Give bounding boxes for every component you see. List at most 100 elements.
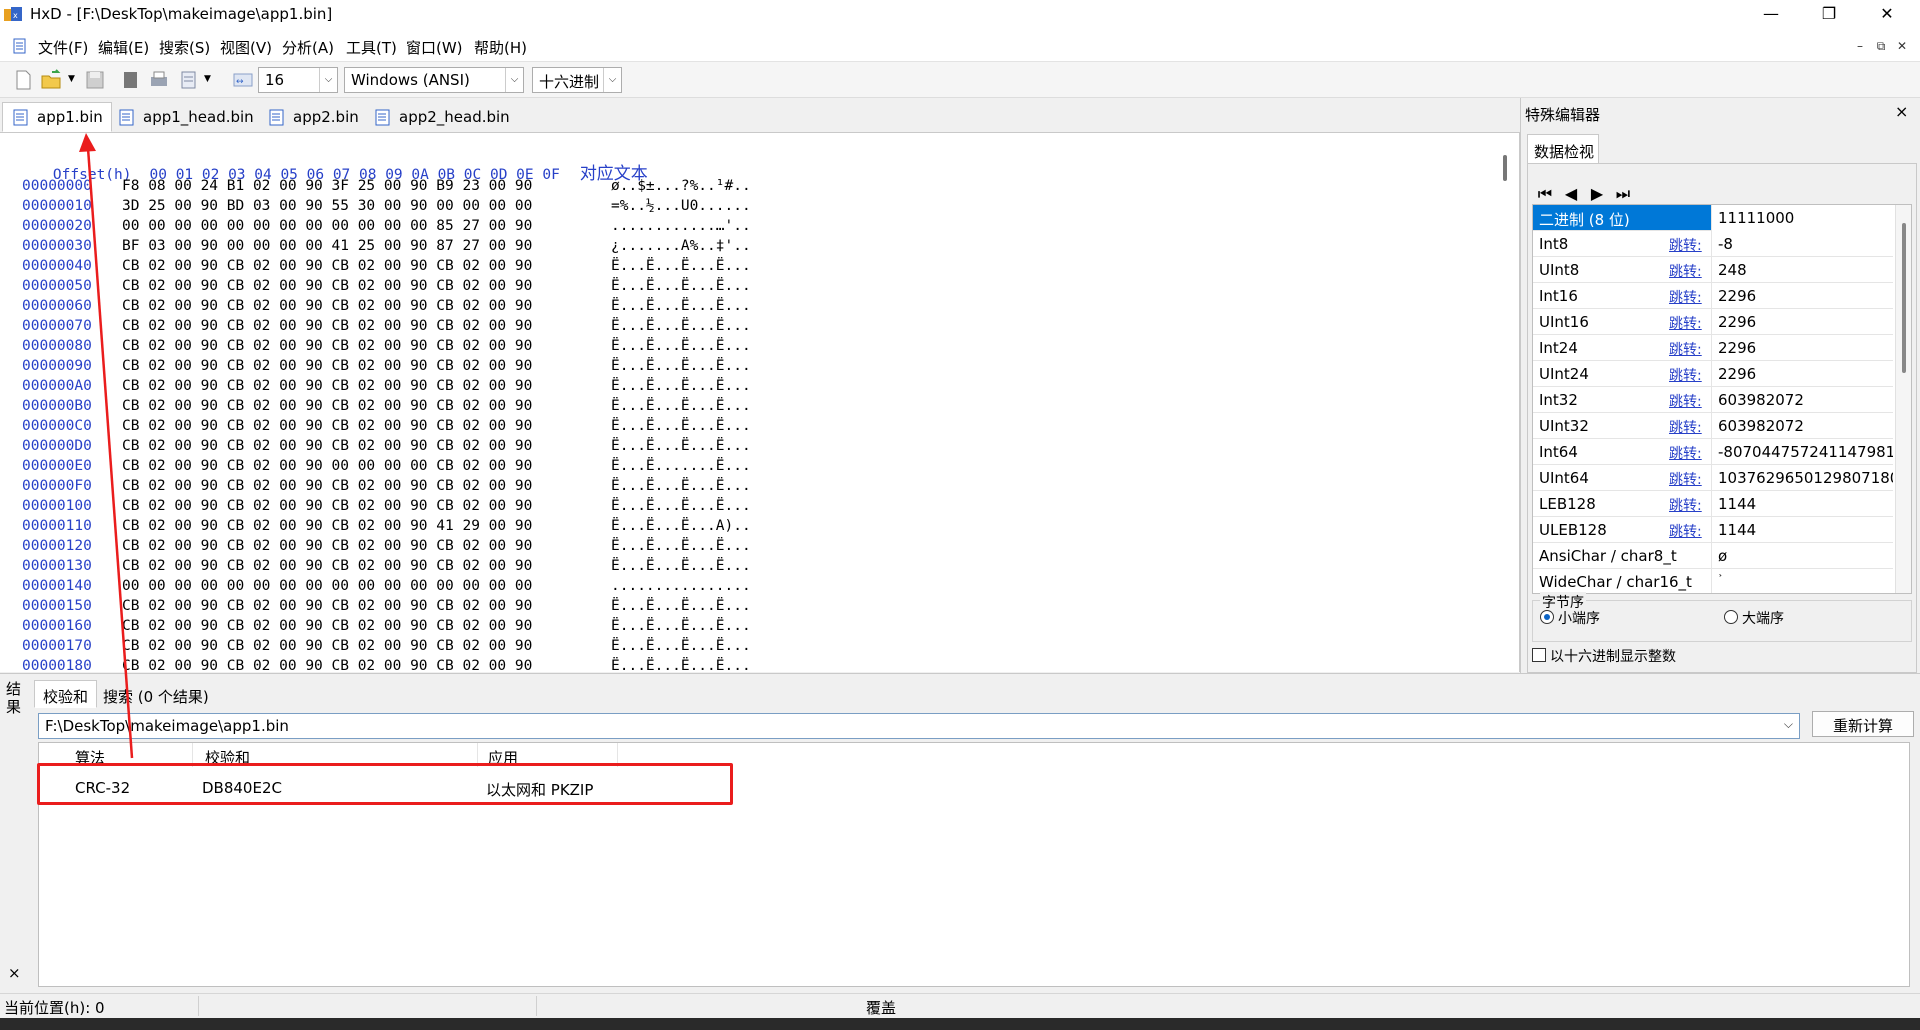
charset-select[interactable]: Windows (ANSI) ⌵ — [344, 67, 524, 93]
vertical-scrollbar[interactable] — [1503, 155, 1507, 181]
inspector-row[interactable]: UInt16 跳转: 2296 — [1533, 309, 1893, 335]
jump-link[interactable]: 跳转: — [1669, 417, 1702, 437]
inspector-value[interactable]: -8070447572411479816 — [1711, 439, 1893, 465]
close-window-button[interactable]: ✕ — [1858, 0, 1916, 30]
inspector-row[interactable]: UInt32 跳转: 603982072 — [1533, 413, 1893, 439]
jump-link[interactable]: 跳转: — [1669, 313, 1702, 333]
print-icon[interactable] — [148, 69, 170, 91]
inspector-value[interactable]: -8 — [1711, 231, 1893, 257]
inspector-row[interactable]: AnsiChar / char8_t ø — [1533, 543, 1893, 569]
inspector-value[interactable]: 10376296501298071800 — [1711, 465, 1893, 491]
properties-dropdown-icon[interactable]: ▼ — [204, 74, 211, 84]
inspector-value[interactable]: 248 — [1711, 257, 1893, 283]
text-cell: Ë...Ë...Ë...Ë... — [611, 538, 751, 554]
jump-link[interactable]: 跳转: — [1669, 365, 1702, 385]
menu-help[interactable]: 帮助(H) — [474, 37, 527, 58]
tab-app2-bin[interactable]: app2.bin — [258, 102, 368, 132]
tab-app1-head-bin[interactable]: app1_head.bin — [108, 102, 263, 132]
hex-ints-checkbox[interactable] — [1532, 648, 1546, 662]
bytes-per-row-select[interactable]: 16 ⌵ — [258, 67, 338, 93]
menu-file[interactable]: 文件(F) — [38, 37, 88, 58]
mdi-close-button[interactable]: ✕ — [1893, 38, 1911, 54]
inspector-row[interactable]: 二进制 (8 位) 11111000 — [1533, 205, 1893, 231]
inspector-scrollbar[interactable] — [1895, 205, 1911, 593]
inspector-row[interactable]: Int32 跳转: 603982072 — [1533, 387, 1893, 413]
inspector-value[interactable]: 603982072 — [1711, 387, 1893, 413]
inspector-value[interactable]: 2296 — [1711, 283, 1893, 309]
first-icon[interactable]: ⏮ — [1534, 184, 1556, 206]
offset-cell: 00000130 — [22, 558, 92, 574]
document-icon[interactable] — [12, 38, 28, 54]
offset-base-select[interactable]: 十六进制 ⌵ — [532, 67, 622, 93]
inspector-value[interactable]: 603982072 — [1711, 413, 1893, 439]
tab-app2-head-bin[interactable]: app2_head.bin — [364, 102, 519, 132]
bytes-cell: CB 02 00 90 CB 02 00 90 CB 02 00 90 CB 0… — [122, 358, 533, 374]
little-endian-radio[interactable] — [1540, 610, 1554, 624]
menu-analysis[interactable]: 分析(A) — [282, 37, 334, 58]
last-icon[interactable]: ⏭ — [1612, 184, 1634, 206]
inspector-row[interactable]: LEB128 跳转: 1144 — [1533, 491, 1893, 517]
hex-editor-view[interactable]: Offset(h) 00 01 02 03 04 05 06 07 08 09 0… — [0, 132, 1520, 672]
inspector-value[interactable]: ø — [1711, 543, 1893, 569]
jump-link[interactable]: 跳转: — [1669, 391, 1702, 411]
open-folder-icon[interactable] — [40, 69, 62, 91]
inspector-value[interactable]: 2296 — [1711, 335, 1893, 361]
jump-link[interactable]: 跳转: — [1669, 443, 1702, 463]
inspector-row[interactable]: Int16 跳转: 2296 — [1533, 283, 1893, 309]
jump-link[interactable]: 跳转: — [1669, 339, 1702, 359]
save-icon[interactable] — [84, 69, 106, 91]
inspector-row[interactable]: ULEB128 跳转: 1144 — [1533, 517, 1893, 543]
inspector-value[interactable]: 11111000 — [1711, 205, 1893, 231]
close-panel-icon[interactable]: × — [1895, 102, 1908, 121]
hxd-app-icon: x — [4, 7, 22, 21]
properties-icon[interactable] — [178, 69, 200, 91]
menu-edit[interactable]: 编辑(E) — [98, 37, 149, 58]
inspector-row[interactable]: Int24 跳转: 2296 — [1533, 335, 1893, 361]
inspector-value[interactable]: 1144 — [1711, 517, 1893, 543]
inspector-row[interactable]: UInt64 跳转: 10376296501298071800 — [1533, 465, 1893, 491]
minimize-button[interactable]: — — [1742, 0, 1800, 30]
text-cell: Ë...Ë...Ë...Ë... — [611, 498, 751, 514]
jump-link[interactable]: 跳转: — [1669, 521, 1702, 541]
text-cell: =%..½...U0...... — [611, 198, 751, 214]
tab-data-inspector[interactable]: 数据检视 — [1527, 134, 1599, 164]
tab-search-results[interactable]: 搜索 (0 个结果) — [94, 680, 218, 708]
inspector-row[interactable]: UInt24 跳转: 2296 — [1533, 361, 1893, 387]
inspector-value[interactable]: 1144 — [1711, 491, 1893, 517]
big-endian-radio[interactable] — [1724, 610, 1738, 624]
menu-window[interactable]: 窗口(W) — [406, 37, 463, 58]
open-dropdown-icon[interactable]: ▼ — [68, 74, 75, 84]
text-cell: ................ — [611, 578, 751, 594]
new-file-icon[interactable] — [12, 69, 34, 91]
inspector-row[interactable]: Int8 跳转: -8 — [1533, 231, 1893, 257]
bytes-cell: CB 02 00 90 CB 02 00 90 CB 02 00 90 CB 0… — [122, 498, 533, 514]
tab-checksum[interactable]: 校验和 — [34, 680, 98, 708]
recalculate-button[interactable]: 重新计算 — [1812, 711, 1914, 737]
maximize-button[interactable]: ❐ — [1800, 0, 1858, 30]
mdi-restore-button[interactable]: ⧉ — [1872, 38, 1890, 54]
inspector-value[interactable]: 2296 — [1711, 309, 1893, 335]
mdi-minimize-button[interactable]: – — [1851, 38, 1869, 54]
menu-search[interactable]: 搜索(S) — [159, 37, 210, 58]
jump-link[interactable]: 跳转: — [1669, 495, 1702, 515]
menu-tools[interactable]: 工具(T) — [346, 37, 397, 58]
little-endian-label[interactable]: 小端序 — [1558, 608, 1600, 628]
menu-view[interactable]: 视图(V) — [220, 37, 272, 58]
close-results-icon[interactable]: × — [8, 964, 21, 982]
inspector-row[interactable]: WideChar / char16_tࣸ — [1533, 569, 1893, 593]
checksum-file-select[interactable]: F:\DeskTop\makeimage\app1.bin ⌵ — [38, 713, 1800, 739]
inspector-row[interactable]: Int64 跳转: -8070447572411479816 — [1533, 439, 1893, 465]
big-endian-label[interactable]: 大端序 — [1742, 608, 1784, 628]
jump-link[interactable]: 跳转: — [1669, 287, 1702, 307]
jump-link[interactable]: 跳转: — [1669, 261, 1702, 281]
inspector-value[interactable]: 2296 — [1711, 361, 1893, 387]
inspector-row[interactable]: UInt8 跳转: 248 — [1533, 257, 1893, 283]
hex-ints-label[interactable]: 以十六进制显示整数 — [1550, 646, 1676, 666]
inspector-value[interactable]: ࣸ — [1711, 569, 1893, 593]
previous-icon[interactable]: ◀ — [1560, 184, 1582, 206]
close-file-icon[interactable] — [120, 69, 142, 91]
jump-link[interactable]: 跳转: — [1669, 469, 1702, 489]
jump-link[interactable]: 跳转: — [1669, 235, 1702, 255]
tab-app1-bin[interactable]: app1.bin — [2, 102, 112, 132]
next-icon[interactable]: ▶ — [1586, 184, 1608, 206]
